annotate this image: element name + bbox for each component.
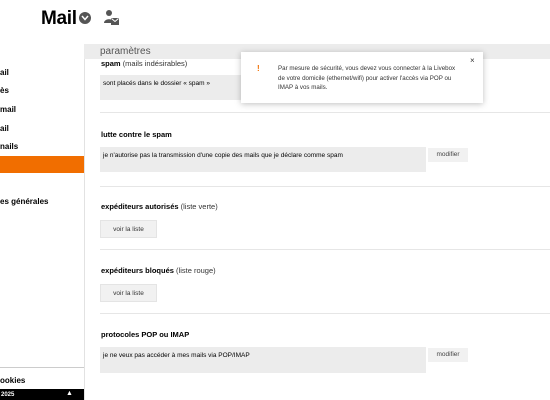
sidebar-item-general-settings[interactable]: es générales	[0, 197, 48, 206]
anti-spam-modify-button[interactable]: modifier	[428, 148, 468, 162]
close-icon[interactable]: ×	[470, 56, 475, 65]
section-subtitle-whitelist: (liste verte)	[180, 202, 218, 211]
sidebar-item-inbox[interactable]: ail	[0, 68, 9, 77]
section-title-blacklist: expéditeurs bloqués (liste rouge)	[101, 266, 216, 275]
divider	[100, 313, 550, 314]
divider	[100, 249, 550, 250]
section-title-whitelist: expéditeurs autorisés (liste verte)	[101, 202, 218, 211]
app-title[interactable]: Mail	[41, 8, 77, 30]
section-subtitle-spam: (mails indésirables)	[122, 59, 188, 68]
anti-spam-value: je n'autorise pas la transmission d'une …	[103, 152, 343, 159]
section-title-pop-imap: protocoles POP ou IMAP	[101, 330, 190, 339]
whitelist-view-button[interactable]: voir la liste	[100, 220, 157, 238]
account-icon[interactable]	[104, 9, 120, 27]
chevron-down-icon[interactable]	[79, 12, 91, 24]
toast-message: Par mesure de sécurité, vous devez vous …	[278, 65, 456, 91]
spam-value: sont placés dans le dossier « spam »	[103, 80, 210, 87]
chevron-up-icon[interactable]: ▲	[66, 390, 73, 397]
pop-imap-value-box: je ne veux pas accéder à mes mails via P…	[100, 347, 426, 373]
sidebar-item-active[interactable]	[0, 156, 84, 173]
sidebar-item-mails[interactable]: nails	[0, 142, 18, 151]
sidebar: ail ès mail ail nails es générales ookie…	[0, 44, 85, 400]
sidebar-divider	[0, 367, 84, 368]
sidebar-item-drafts[interactable]: ès	[0, 86, 9, 95]
sidebar-item-mail-2[interactable]: ail	[0, 124, 9, 133]
top-bar: Mail	[0, 0, 550, 44]
blacklist-view-button[interactable]: voir la liste	[100, 284, 157, 302]
divider	[100, 186, 550, 187]
section-subtitle-blacklist: (liste rouge)	[176, 266, 216, 275]
footer-year: 2025	[1, 392, 15, 398]
section-title-spam: spam (mails indésirables)	[101, 59, 188, 68]
warning-icon: !	[257, 64, 260, 73]
divider	[100, 112, 550, 113]
section-title-anti-spam: lutte contre le spam	[101, 130, 172, 139]
pop-imap-modify-button[interactable]: modifier	[428, 348, 468, 362]
sidebar-item-cookies[interactable]: ookies	[0, 376, 25, 385]
sidebar-item-mail[interactable]: mail	[0, 105, 16, 114]
pop-imap-value: je ne veux pas accéder à mes mails via P…	[103, 352, 250, 359]
anti-spam-value-box: je n'autorise pas la transmission d'une …	[100, 147, 426, 172]
page-title: paramètres	[100, 46, 151, 57]
sidebar-footer: 2025 ▲	[0, 389, 84, 400]
security-notice-toast: ! Par mesure de sécurité, vous devez vou…	[241, 52, 483, 103]
